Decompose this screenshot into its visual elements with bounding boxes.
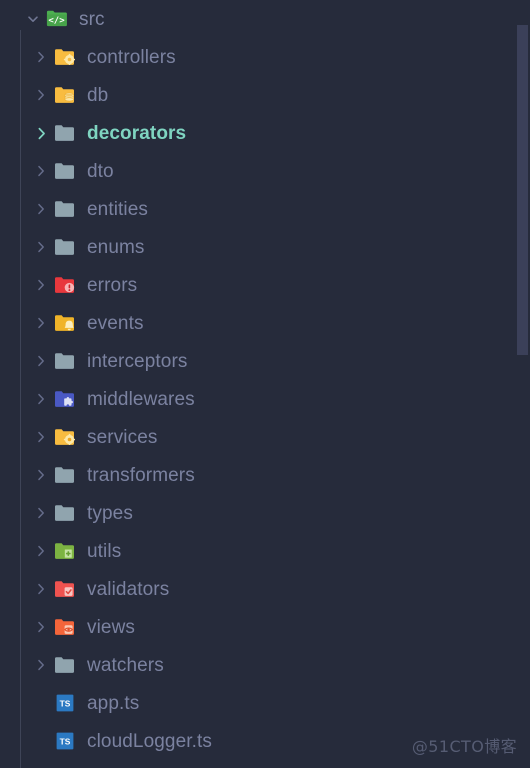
tree-row-interceptors[interactable]: interceptors <box>0 342 530 380</box>
tree-row-label: interceptors <box>87 350 188 372</box>
tree-row-dto[interactable]: dto <box>0 152 530 190</box>
tree-row-errors[interactable]: errors <box>0 266 530 304</box>
file-tree: </> src controllers db decorators dto en… <box>0 0 530 768</box>
tree-row-types[interactable]: types <box>0 494 530 532</box>
tree-row-entities[interactable]: entities <box>0 190 530 228</box>
chevron-right-icon[interactable] <box>30 38 52 76</box>
chevron-right-icon[interactable] <box>30 266 52 304</box>
tree-row-transformers[interactable]: transformers <box>0 456 530 494</box>
chevron-right-icon[interactable] <box>30 418 52 456</box>
folder-bell-yellow-icon <box>52 304 78 342</box>
folder-plain-gray-icon <box>52 228 78 266</box>
chevron-right-icon[interactable] <box>30 494 52 532</box>
watermark-text: @51CTO博客 <box>411 737 517 756</box>
chevron-right-icon[interactable] <box>30 342 52 380</box>
folder-gear-yellow-icon <box>52 38 78 76</box>
tree-row-label: dto <box>87 160 114 182</box>
tree-row-label: db <box>87 84 109 106</box>
folder-plain-gray-icon <box>52 456 78 494</box>
vertical-scrollbar-thumb[interactable] <box>517 25 528 355</box>
chevron-right-icon[interactable] <box>30 190 52 228</box>
folder-plain-gray-icon <box>52 190 78 228</box>
tree-row-db[interactable]: db <box>0 76 530 114</box>
file-explorer-panel: </> src controllers db decorators dto en… <box>0 0 530 768</box>
chevron-right-icon[interactable] <box>30 456 52 494</box>
tree-row-partial[interactable]: TS <box>0 760 530 768</box>
tree-row-label: middlewares <box>87 388 195 410</box>
tree-row-middlewares[interactable]: middlewares <box>0 380 530 418</box>
chevron-right-icon[interactable] <box>30 646 52 684</box>
tree-row-utils[interactable]: utils <box>0 532 530 570</box>
tree-row-label: validators <box>87 578 170 600</box>
folder-plain-gray-icon <box>52 114 78 152</box>
tree-row-label: app.ts <box>87 692 140 714</box>
folder-check-red-icon <box>52 570 78 608</box>
chevron-right-icon[interactable] <box>30 152 52 190</box>
tree-row-label: cloudLogger.ts <box>87 730 212 752</box>
tree-row-label: views <box>87 616 136 638</box>
tree-row-label: entities <box>87 198 149 220</box>
vertical-scrollbar-track[interactable] <box>516 0 530 768</box>
chevron-right-icon[interactable] <box>30 380 52 418</box>
tree-row-label: transformers <box>87 464 195 486</box>
folder-plain-gray-icon <box>52 646 78 684</box>
chevron-right-icon[interactable] <box>30 114 52 152</box>
tree-row-label: src <box>79 8 105 30</box>
tree-row-watchers[interactable]: watchers <box>0 646 530 684</box>
tree-row-app-ts[interactable]: TS app.ts <box>0 684 530 722</box>
folder-view-orange-icon <box>52 608 78 646</box>
tree-row-label: events <box>87 312 144 334</box>
typescript-file-icon: TS <box>52 684 78 722</box>
folder-plain-gray-icon <box>52 342 78 380</box>
tree-row-src[interactable]: </> src <box>0 0 530 38</box>
tree-row-label: decorators <box>87 122 187 144</box>
no-twisty <box>30 684 52 722</box>
folder-plain-gray-icon <box>52 494 78 532</box>
tree-row-label: types <box>87 502 133 524</box>
chevron-right-icon[interactable] <box>30 304 52 342</box>
chevron-right-icon[interactable] <box>30 228 52 266</box>
folder-error-red-icon <box>52 266 78 304</box>
tree-row-services[interactable]: services <box>0 418 530 456</box>
tree-row-views[interactable]: views <box>0 608 530 646</box>
svg-text:</>: </> <box>48 16 65 26</box>
tree-row-decorators[interactable]: decorators <box>0 114 530 152</box>
folder-puzzle-blue-icon <box>52 380 78 418</box>
folder-plain-gray-icon <box>52 152 78 190</box>
no-twisty <box>30 722 52 760</box>
typescript-file-icon: TS <box>52 760 78 768</box>
chevron-right-icon[interactable] <box>30 570 52 608</box>
tree-row-label: controllers <box>87 46 176 68</box>
chevron-right-icon[interactable] <box>30 76 52 114</box>
no-twisty <box>30 760 52 768</box>
chevron-down-icon[interactable] <box>22 0 44 38</box>
typescript-file-icon: TS <box>52 722 78 760</box>
svg-text:TS: TS <box>60 699 71 709</box>
folder-src-code-icon: </> <box>44 0 70 38</box>
svg-text:TS: TS <box>60 737 71 747</box>
tree-row-label: watchers <box>87 654 164 676</box>
chevron-right-icon[interactable] <box>30 608 52 646</box>
tree-row-label: enums <box>87 236 145 258</box>
tree-row-events[interactable]: events <box>0 304 530 342</box>
tree-row-validators[interactable]: validators <box>0 570 530 608</box>
tree-row-label: services <box>87 426 158 448</box>
chevron-right-icon[interactable] <box>30 532 52 570</box>
tree-row-controllers[interactable]: controllers <box>0 38 530 76</box>
tree-row-label: utils <box>87 540 122 562</box>
tree-row-label: errors <box>87 274 138 296</box>
folder-plus-green-icon <box>52 532 78 570</box>
tree-row-enums[interactable]: enums <box>0 228 530 266</box>
folder-database-yellow-icon <box>52 76 78 114</box>
folder-gear-yellow-icon <box>52 418 78 456</box>
